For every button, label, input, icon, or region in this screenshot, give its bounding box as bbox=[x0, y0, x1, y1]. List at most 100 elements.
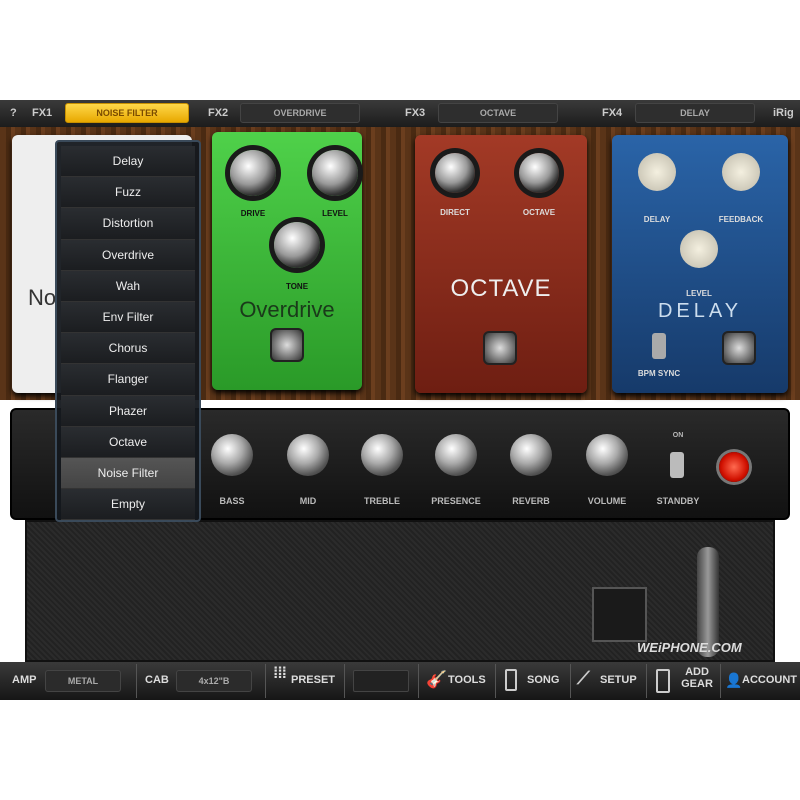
treble-knob[interactable] bbox=[361, 434, 403, 476]
drive-knob[interactable] bbox=[230, 150, 276, 196]
fx-type-dropdown: Delay Fuzz Distortion Overdrive Wah Env … bbox=[55, 140, 201, 522]
song-label: SONG bbox=[527, 674, 560, 686]
divider bbox=[720, 664, 721, 698]
pedal-name: Overdrive bbox=[239, 297, 335, 322]
user-icon: 👤 bbox=[725, 672, 743, 688]
menu-item-wah[interactable]: Wah bbox=[61, 270, 195, 302]
octave-label: OCTAVE bbox=[522, 208, 556, 217]
volume-knob[interactable] bbox=[586, 434, 628, 476]
watermark: WEiPHONE.COM bbox=[637, 640, 742, 655]
menu-item-distortion[interactable]: Distortion bbox=[61, 208, 195, 240]
divider bbox=[344, 664, 345, 698]
tuner-meter[interactable] bbox=[353, 670, 409, 692]
fx4-selector[interactable]: DELAY bbox=[635, 103, 755, 123]
preset-button[interactable]: ⁞⁞⁞ PRESET bbox=[268, 662, 340, 700]
mid-label: MID bbox=[299, 496, 317, 506]
bpm-sync-toggle[interactable] bbox=[652, 333, 666, 359]
divider bbox=[418, 664, 419, 698]
power-light-icon bbox=[719, 452, 749, 482]
tools-button[interactable]: 🎸 TOOLS bbox=[422, 662, 494, 700]
menu-item-chorus[interactable]: Chorus bbox=[61, 333, 195, 365]
octave-knob[interactable] bbox=[519, 153, 559, 193]
wrench-icon: ⟋ bbox=[577, 668, 590, 688]
device-add-icon bbox=[656, 669, 670, 693]
presence-label: PRESENCE bbox=[431, 496, 481, 506]
menu-item-empty[interactable]: Empty bbox=[61, 489, 195, 521]
octave-pedal: DIRECT OCTAVE OCTAVE bbox=[415, 135, 587, 393]
pedal-name: No bbox=[28, 285, 57, 310]
menu-item-octave[interactable]: Octave bbox=[61, 426, 195, 458]
bass-label: BASS bbox=[219, 496, 245, 506]
tools-label: TOOLS bbox=[448, 674, 486, 686]
menu-item-env-filter[interactable]: Env Filter bbox=[61, 301, 195, 334]
level-knob[interactable] bbox=[312, 150, 358, 196]
divider bbox=[136, 664, 137, 698]
drive-label: DRIVE bbox=[240, 209, 266, 218]
divider bbox=[495, 664, 496, 698]
tone-knob[interactable] bbox=[274, 222, 320, 268]
divider bbox=[646, 664, 647, 698]
feedback-knob[interactable] bbox=[722, 153, 760, 191]
divider bbox=[265, 664, 266, 698]
account-button[interactable]: 👤 ACCOUNT bbox=[722, 662, 800, 700]
help-button[interactable]: ? bbox=[10, 107, 17, 119]
menu-item-delay[interactable]: Delay bbox=[61, 146, 195, 178]
standby-toggle[interactable] bbox=[670, 452, 684, 478]
delay-label: DELAY bbox=[643, 215, 671, 224]
preset-label: PRESET bbox=[291, 674, 336, 686]
irig-label: iRig bbox=[773, 107, 794, 119]
song-button[interactable]: SONG bbox=[500, 662, 568, 700]
setup-button[interactable]: ⟋ SETUP bbox=[573, 662, 645, 700]
level-label: LEVEL bbox=[322, 209, 348, 218]
overdrive-pedal: DRIVE LEVEL TONE Overdrive bbox=[212, 132, 362, 390]
guitar-icon: 🎸 bbox=[426, 670, 448, 689]
on-label: ON bbox=[672, 432, 684, 439]
direct-knob[interactable] bbox=[435, 153, 475, 193]
fx4-label: FX4 bbox=[602, 107, 623, 119]
bass-knob[interactable] bbox=[211, 434, 253, 476]
reverb-knob[interactable] bbox=[510, 434, 552, 476]
footswitch[interactable] bbox=[722, 331, 756, 365]
speaker-icon bbox=[592, 587, 647, 642]
delay-pedal: DELAY FEEDBACK LEVEL DELAY BPM SYNC bbox=[612, 135, 788, 393]
presence-knob[interactable] bbox=[435, 434, 477, 476]
pedal-name: OCTAVE bbox=[450, 275, 552, 302]
divider bbox=[570, 664, 571, 698]
fx-top-bar: ? FX1 NOISE FILTER FX2 OVERDRIVE FX3 OCT… bbox=[0, 100, 800, 127]
cab-label: CAB bbox=[145, 674, 169, 686]
bpm-sync-label: BPM SYNC bbox=[637, 369, 681, 378]
fx2-label: FX2 bbox=[208, 107, 229, 119]
standby-label: STANDBY bbox=[656, 496, 700, 506]
amp-label: AMP bbox=[12, 674, 37, 686]
menu-item-flanger[interactable]: Flanger bbox=[61, 364, 195, 396]
bottom-toolbar: AMP METAL CAB 4x12"B ⁞⁞⁞ PRESET 🎸 TOOLS … bbox=[0, 662, 800, 700]
add-gear-label: ADD GEAR bbox=[681, 666, 713, 690]
speaker-cabinet: WEiPHONE.COM bbox=[25, 520, 775, 662]
direct-label: DIRECT bbox=[440, 208, 470, 217]
feedback-label: FEEDBACK bbox=[718, 215, 764, 224]
reverb-label: REVERB bbox=[512, 496, 550, 506]
ipod-icon bbox=[505, 669, 517, 691]
level-label: LEVEL bbox=[686, 289, 712, 298]
footswitch[interactable] bbox=[270, 328, 304, 362]
menu-item-phazer[interactable]: Phazer bbox=[61, 395, 195, 427]
menu-item-overdrive[interactable]: Overdrive bbox=[61, 239, 195, 271]
mid-knob[interactable] bbox=[287, 434, 329, 476]
fx1-selector[interactable]: NOISE FILTER bbox=[65, 103, 189, 123]
account-label: ACCOUNT bbox=[742, 674, 797, 686]
cab-selector[interactable]: 4x12"B bbox=[176, 670, 252, 692]
add-gear-button[interactable]: ADD GEAR bbox=[650, 662, 720, 700]
fx1-label: FX1 bbox=[32, 107, 53, 119]
footswitch[interactable] bbox=[483, 331, 517, 365]
amp-selector[interactable]: METAL bbox=[45, 670, 121, 692]
menu-item-fuzz[interactable]: Fuzz bbox=[61, 177, 195, 209]
fx2-selector[interactable]: OVERDRIVE bbox=[240, 103, 360, 123]
menu-item-noise-filter[interactable]: Noise Filter bbox=[61, 457, 195, 490]
treble-label: TREBLE bbox=[364, 496, 400, 506]
volume-label: VOLUME bbox=[587, 496, 627, 506]
fx3-label: FX3 bbox=[405, 107, 426, 119]
fx3-selector[interactable]: OCTAVE bbox=[438, 103, 558, 123]
level-knob[interactable] bbox=[680, 230, 718, 268]
tone-label: TONE bbox=[285, 282, 309, 291]
delay-knob[interactable] bbox=[638, 153, 676, 191]
